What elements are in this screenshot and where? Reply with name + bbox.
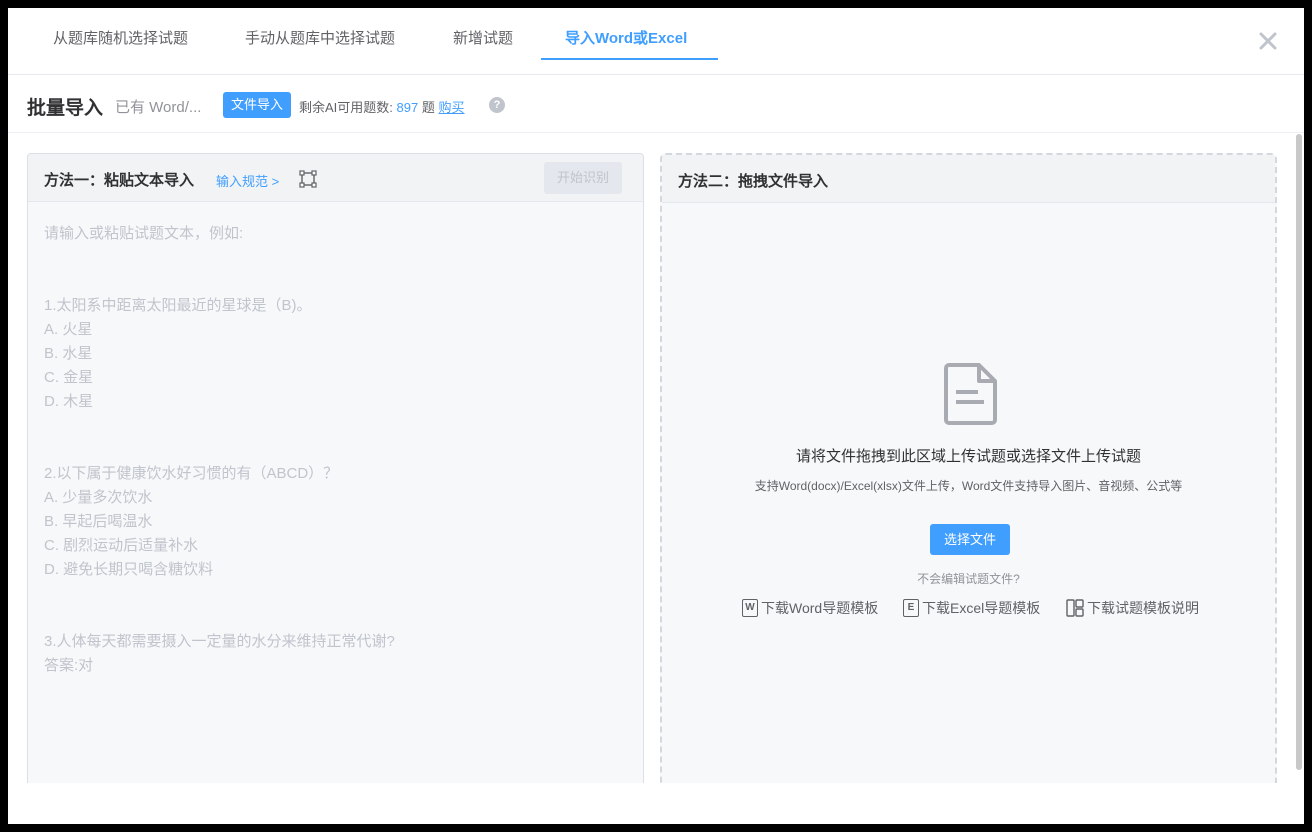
page-subtitle: 已有 Word/... [115, 99, 202, 116]
ai-remaining-unit: 题 [421, 100, 435, 115]
placeholder-line: A. 火星 [44, 321, 93, 338]
placeholder-line: C. 金星 [44, 369, 94, 386]
placeholder-line: 请输入或粘贴试题文本，例如: [44, 225, 244, 242]
paste-panel-header: 方法一：粘贴文本导入 输入规范 > 开始识别 [28, 154, 643, 202]
close-icon [1259, 32, 1277, 50]
ai-remaining-info: 剩余AI可用题数: 897 题 购买 [299, 97, 465, 116]
fullscreen-icon[interactable] [299, 170, 317, 188]
placeholder-line: 答案:对 [44, 657, 94, 674]
start-recognize-button[interactable]: 开始识别 [544, 162, 622, 194]
placeholder-line: 1.太阳系中距离太阳最近的星球是（B)。 [44, 297, 312, 314]
tab-add-question[interactable]: 新增试题 [453, 28, 513, 54]
placeholder-line: 3.人体每天都需要摄入一定量的水分来维持正常代谢? [44, 633, 395, 650]
paste-textarea[interactable]: 请输入或粘贴试题文本，例如: 1.太阳系中距离太阳最近的星球是（B)。 A. 火… [28, 202, 643, 783]
tab-random-select[interactable]: 从题库随机选择试题 [53, 28, 188, 54]
download-template-guide-link[interactable]: 下载试题模板说明 [1066, 598, 1199, 618]
paste-text-panel: 方法一：粘贴文本导入 输入规范 > 开始识别 请输入或粘贴试题文本，例如: 1.… [27, 153, 644, 783]
drag-panel-title: 方法二：拖拽文件导入 [678, 173, 829, 190]
placeholder-line: A. 少量多次饮水 [44, 489, 153, 506]
layout-icon [1066, 599, 1084, 617]
document-icon [944, 363, 997, 425]
download-excel-template-link[interactable]: E 下载Excel导题模板 [903, 598, 1040, 618]
download-excel-template-label: 下载Excel导题模板 [922, 600, 1041, 616]
ai-remaining-label: 剩余AI可用题数: [299, 100, 393, 115]
drag-file-panel[interactable]: 方法二：拖拽文件导入 请将文件拖拽到此区域上传试题或选择文件上传试题 支持Wor… [660, 153, 1277, 783]
download-word-template-label: 下载Word导题模板 [761, 600, 879, 616]
drop-zone-subtitle: 支持Word(docx)/Excel(xlsx)文件上传，Word文件支持导入图… [754, 479, 1183, 493]
tab-import-word-excel[interactable]: 导入Word或Excel [565, 28, 687, 54]
placeholder-line: 2.以下属于健康饮水好习惯的有（ABCD）？ [44, 465, 339, 482]
help-icon[interactable]: ? [489, 97, 505, 113]
paste-panel-title: 方法一：粘贴文本导入 [44, 172, 195, 189]
no-edit-hint: 不会编辑试题文件? [917, 572, 1020, 586]
page-title: 批量导入 [27, 98, 104, 119]
active-tab-indicator [541, 58, 718, 60]
choose-file-button[interactable]: 选择文件 [930, 524, 1010, 555]
excel-file-icon: E [903, 599, 919, 617]
tab-bar: 从题库随机选择试题 手动从题库中选择试题 新增试题 导入Word或Excel [8, 8, 1304, 75]
placeholder-line: B. 水星 [44, 345, 93, 362]
buy-link[interactable]: 购买 [439, 100, 465, 115]
download-word-template-link[interactable]: W 下载Word导题模板 [742, 598, 878, 618]
placeholder-line: D. 木星 [44, 393, 94, 410]
batch-import-header: 批量导入 已有 Word/... 文件导入 剩余AI可用题数: 897 题 购买… [8, 75, 1304, 133]
placeholder-line: C. 剧烈运动后适量补水 [44, 537, 199, 554]
tab-manual-select[interactable]: 手动从题库中选择试题 [245, 28, 395, 54]
input-spec-link[interactable]: 输入规范 > [216, 171, 279, 190]
drop-zone-title: 请将文件拖拽到此区域上传试题或选择文件上传试题 [795, 448, 1141, 465]
file-import-badge[interactable]: 文件导入 [223, 92, 291, 118]
drag-panel-header: 方法二：拖拽文件导入 [662, 155, 1275, 203]
scrollbar-thumb[interactable] [1296, 134, 1302, 770]
word-file-icon: W [742, 599, 758, 617]
close-button[interactable] [1255, 28, 1281, 54]
download-template-guide-label: 下载试题模板说明 [1087, 600, 1199, 616]
placeholder-line: B. 早起后喝温水 [44, 513, 153, 530]
import-dialog: 从题库随机选择试题 手动从题库中选择试题 新增试题 导入Word或Excel 批… [8, 8, 1304, 824]
placeholder-line: D. 避免长期只喝含糖饮料 [44, 561, 214, 578]
ai-remaining-count: 897 [396, 100, 419, 115]
